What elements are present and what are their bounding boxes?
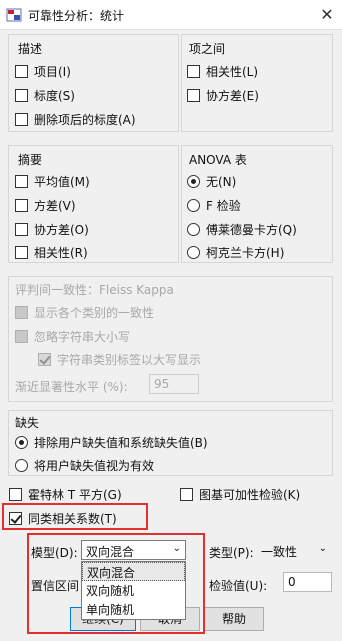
title-bar: 可靠性分析：统计 ✕	[0, 0, 342, 30]
radio-button[interactable]	[15, 459, 28, 472]
checkbox-label: 忽略字符串大小写	[34, 330, 131, 344]
radio-label: F 检验	[206, 199, 241, 213]
anova-title: ANOVA 表	[189, 153, 247, 167]
radio-treat-valid[interactable]: 将用户缺失值视为有效	[15, 457, 154, 474]
checkbox-box[interactable]	[9, 512, 22, 525]
help-button[interactable]: 帮助	[204, 607, 264, 631]
checkbox-correlations[interactable]: 相关性(R)	[15, 244, 88, 261]
window-title: 可靠性分析：统计	[28, 9, 125, 23]
checkbox-box[interactable]	[187, 65, 200, 78]
radio-button[interactable]	[187, 223, 200, 236]
checkbox-scale[interactable]: 标度(S)	[15, 87, 75, 104]
radio-anova-f-test[interactable]: F 检验	[187, 197, 241, 214]
checkbox-label: 相关性(R)	[34, 246, 88, 260]
checkbox-box[interactable]	[15, 223, 28, 236]
radio-button[interactable]	[187, 175, 200, 188]
checkbox-box[interactable]	[15, 330, 28, 343]
checkbox-inter-covariances[interactable]: 协方差(E)	[187, 87, 259, 104]
checkbox-box[interactable]	[187, 89, 200, 102]
checkbox-show-categories[interactable]: 显示各个类别的一致性	[15, 304, 154, 321]
checkbox-label: 平均值(M)	[34, 175, 90, 189]
chevron-down-icon: ⌄	[318, 543, 327, 554]
radio-label: 傅莱德曼卡方(Q)	[206, 223, 297, 237]
checkbox-box[interactable]	[15, 175, 28, 188]
checkbox-box[interactable]	[15, 113, 28, 126]
test-value-input[interactable]: 0	[283, 572, 332, 592]
checkbox-ignore-case[interactable]: 忽略字符串大小写	[15, 328, 130, 345]
checkbox-box[interactable]	[15, 246, 28, 259]
radio-label: 将用户缺失值视为有效	[34, 459, 155, 473]
checkbox-item[interactable]: 项目(I)	[15, 63, 71, 80]
asymptotic-input[interactable]: 95	[149, 374, 199, 394]
checkbox-label: 显示各个类别的一致性	[34, 306, 155, 320]
checkbox-label: 标度(S)	[34, 89, 75, 103]
checkbox-box[interactable]	[38, 353, 51, 366]
radio-anova-cochran[interactable]: 柯克兰卡方(H)	[187, 244, 284, 261]
checkbox-box[interactable]	[15, 199, 28, 212]
checkbox-label: 方差(V)	[34, 199, 76, 213]
checkbox-box[interactable]	[15, 306, 28, 319]
checkbox-covariances[interactable]: 协方差(O)	[15, 221, 89, 238]
checkbox-icc[interactable]: 同类相关系数(T)	[9, 510, 117, 527]
checkbox-inter-correlations[interactable]: 相关性(L)	[187, 63, 258, 80]
radio-anova-friedman[interactable]: 傅莱德曼卡方(Q)	[187, 221, 297, 238]
radio-label: 无(N)	[206, 175, 237, 189]
checkbox-hotelling[interactable]: 霍特林 T 平方(G)	[9, 486, 122, 503]
fleiss-kappa-title: 评判间一致性：Fleiss Kappa	[15, 283, 174, 297]
checkbox-box[interactable]	[15, 65, 28, 78]
close-icon[interactable]: ✕	[312, 0, 342, 30]
asymptotic-label: 渐近显著性水平 (%):	[15, 380, 128, 394]
checkbox-label: 删除项后的标度(A)	[34, 113, 136, 127]
type-label: 类型(P):	[209, 546, 254, 560]
radio-label: 排除用户缺失值和系统缺失值(B)	[34, 436, 208, 450]
checkbox-means[interactable]: 平均值(M)	[15, 173, 90, 190]
checkbox-tukey[interactable]: 图基可加性检验(K)	[180, 486, 300, 503]
checkbox-label: 图基可加性检验(K)	[199, 488, 301, 502]
checkbox-box[interactable]	[180, 488, 193, 501]
type-select[interactable]: 一致性 ⌄	[256, 540, 332, 560]
checkbox-scale-if-deleted[interactable]: 删除项后的标度(A)	[15, 111, 136, 128]
checkbox-box[interactable]	[9, 488, 22, 501]
test-value-label: 检验值(U):	[209, 579, 268, 593]
checkbox-box[interactable]	[15, 89, 28, 102]
radio-exclude-missing[interactable]: 排除用户缺失值和系统缺失值(B)	[15, 434, 208, 451]
radio-button[interactable]	[187, 246, 200, 259]
spss-icon	[6, 8, 22, 22]
checkbox-label: 同类相关系数(T)	[28, 512, 117, 526]
checkbox-uppercase-labels[interactable]: 字符串类别标签以大写显示	[38, 351, 201, 368]
checkbox-label: 字符串类别标签以大写显示	[57, 353, 202, 367]
radio-anova-none[interactable]: 无(N)	[187, 173, 236, 190]
missing-title: 缺失	[15, 416, 40, 430]
checkbox-label: 项目(I)	[34, 65, 71, 79]
summaries-title: 摘要	[18, 153, 43, 167]
type-select-value: 一致性	[261, 545, 298, 559]
inter-item-title: 项之间	[189, 42, 226, 56]
checkbox-variances[interactable]: 方差(V)	[15, 197, 76, 214]
descriptives-title: 描述	[18, 42, 43, 56]
radio-button[interactable]	[187, 199, 200, 212]
icc-options-highlight	[27, 533, 205, 634]
radio-button[interactable]	[15, 436, 28, 449]
radio-label: 柯克兰卡方(H)	[206, 246, 285, 260]
checkbox-label: 协方差(E)	[206, 89, 259, 103]
checkbox-label: 霍特林 T 平方(G)	[28, 488, 122, 502]
checkbox-label: 相关性(L)	[206, 65, 259, 79]
checkbox-label: 协方差(O)	[34, 223, 89, 237]
